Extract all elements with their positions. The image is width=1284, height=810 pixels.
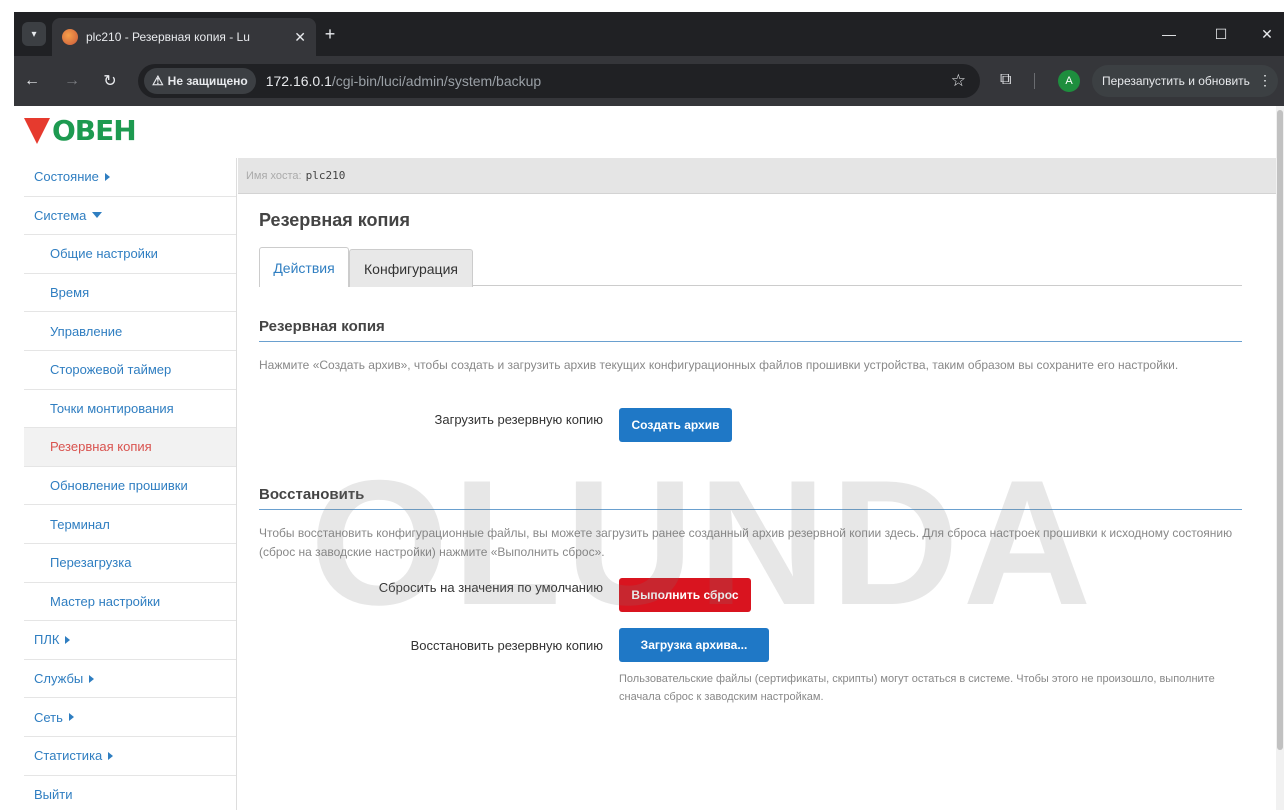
sidebar-item-label: Мастер настройки xyxy=(50,593,161,609)
tab-configuration[interactable]: Конфигурация xyxy=(349,249,473,287)
sidebar-item-network[interactable]: Сеть xyxy=(24,698,236,737)
reload-icon[interactable]: ↻ xyxy=(100,71,120,91)
favicon-icon xyxy=(62,29,78,45)
caret-right-icon xyxy=(89,674,95,683)
sidebar-item-system[interactable]: Система xyxy=(24,197,236,236)
upload-archive-button[interactable]: Загрузка архива... xyxy=(619,628,769,662)
caret-right-icon xyxy=(68,713,74,722)
sidebar-item-time[interactable]: Время xyxy=(24,274,236,313)
logo-mark xyxy=(24,118,50,144)
backup-description: Нажмите «Создать архив», чтобы создать и… xyxy=(259,358,1179,372)
minimize-icon[interactable]: — xyxy=(1154,24,1184,44)
browser-tab-bar: ▾ plc210 - Резервная копия - Lu ✕ + — ☐ … xyxy=(14,12,1284,56)
oven-logo[interactable]: ОВЕН xyxy=(24,114,137,147)
sidebar-item-label: Состояние xyxy=(34,169,99,185)
sidebar-item-label: ПЛК xyxy=(34,632,60,648)
sidebar-item-label: Управление xyxy=(50,323,123,339)
restore-section-heading: Восстановить xyxy=(259,486,1242,510)
sidebar-item-label: Статистика xyxy=(34,748,103,764)
sidebar-item-management[interactable]: Управление xyxy=(24,312,236,351)
menu-dots-icon[interactable]: ⋮ xyxy=(1258,72,1272,89)
sidebar-item-logout[interactable]: Выйти xyxy=(24,776,236,810)
forward-icon[interactable]: → xyxy=(62,71,82,91)
bookmark-star-icon[interactable]: ☆ xyxy=(951,71,966,91)
restore-backup-label: Восстановить резервную копию xyxy=(410,638,603,653)
url-host: 172.16.0.1 xyxy=(265,73,332,89)
toolbar-divider xyxy=(1034,73,1035,89)
new-tab-icon[interactable]: + xyxy=(320,24,340,44)
caret-down-icon xyxy=(92,212,103,219)
page-title: Резервная копия xyxy=(259,210,410,230)
url-text[interactable]: 172.16.0.1/cgi-bin/luci/admin/system/bac… xyxy=(266,73,541,89)
caret-right-icon xyxy=(108,751,114,760)
address-bar[interactable]: ⚠ Не защищено 172.16.0.1/cgi-bin/luci/ad… xyxy=(138,64,980,98)
hostname-bar: Имя хоста: plc210 xyxy=(238,158,1276,194)
profile-avatar[interactable]: A xyxy=(1058,70,1080,92)
sidebar-item-plc[interactable]: ПЛК xyxy=(24,621,236,660)
reset-defaults-label: Сбросить на значения по умолчанию xyxy=(378,580,603,595)
sidebar-item-mount-points[interactable]: Точки монтирования xyxy=(24,390,236,429)
restore-description: Чтобы восстановить конфигурационные файл… xyxy=(259,526,1233,559)
security-label: Не защищено xyxy=(167,74,248,88)
close-window-icon[interactable]: ✕ xyxy=(1252,24,1282,44)
caret-right-icon xyxy=(65,635,71,644)
sidebar-item-label: Точки монтирования xyxy=(50,400,174,416)
perform-reset-button[interactable]: Выполнить сброс xyxy=(619,578,751,612)
sidebar-item-statistics[interactable]: Статистика xyxy=(24,737,236,776)
browser-toolbar: ← → ↻ ⚠ Не защищено 172.16.0.1/cgi-bin/l… xyxy=(14,56,1284,106)
sidebar-item-label: Сеть xyxy=(34,709,63,725)
backup-section-heading: Резервная копия xyxy=(259,318,1242,342)
create-archive-button[interactable]: Создать архив xyxy=(619,408,732,442)
sidebar-item-setup-wizard[interactable]: Мастер настройки xyxy=(24,583,236,622)
back-icon[interactable]: ← xyxy=(22,71,42,91)
sidebar-item-services[interactable]: Службы xyxy=(24,660,236,699)
sidebar-item-label: Службы xyxy=(34,671,84,687)
security-chip[interactable]: ⚠ Не защищено xyxy=(144,68,256,94)
sidebar-item-watchdog[interactable]: Сторожевой таймер xyxy=(24,351,236,390)
warning-icon: ⚠ xyxy=(152,73,164,88)
tab-actions[interactable]: Действия xyxy=(259,247,349,287)
download-backup-label: Загрузить резервную копию xyxy=(434,412,603,427)
sidebar-item-label: Терминал xyxy=(50,516,110,532)
sidebar-item-label: Время xyxy=(50,285,90,301)
sidebar-nav: Состояние Система Общие настройки Время … xyxy=(24,158,237,810)
close-tab-icon[interactable]: ✕ xyxy=(294,29,306,46)
sidebar-item-label: Выйти xyxy=(34,786,73,802)
scrollbar-thumb[interactable] xyxy=(1277,110,1283,750)
sidebar-item-reboot[interactable]: Перезагрузка xyxy=(24,544,236,583)
sidebar-item-label: Резервная копия xyxy=(50,439,152,455)
page-scrollbar[interactable] xyxy=(1276,106,1284,810)
extensions-icon[interactable]: ⧉ xyxy=(1000,71,1011,89)
hostname-label: Имя хоста: xyxy=(246,169,302,182)
maximize-icon[interactable]: ☐ xyxy=(1206,24,1236,44)
sidebar-item-label: Общие настройки xyxy=(50,246,158,262)
sidebar-item-terminal[interactable]: Терминал xyxy=(24,505,236,544)
sidebar-item-label: Сторожевой таймер xyxy=(50,362,172,378)
sidebar-item-general-settings[interactable]: Общие настройки xyxy=(24,235,236,274)
hostname-value: plc210 xyxy=(305,169,346,182)
restart-label: Перезапустить и обновить xyxy=(1102,74,1250,88)
sidebar-item-label: Система xyxy=(34,207,87,223)
logo-text: ОВЕН xyxy=(52,114,137,147)
page-content: ОВЕН Состояние Система Общие настройки В… xyxy=(14,106,1284,810)
sidebar-item-label: Обновление прошивки xyxy=(50,478,188,494)
restore-help-text: Пользовательские файлы (сертификаты, скр… xyxy=(619,673,1215,703)
tab-title: plc210 - Резервная копия - Lu xyxy=(86,30,250,44)
window-frame xyxy=(0,0,1284,12)
url-path: /cgi-bin/luci/admin/system/backup xyxy=(331,73,542,89)
sidebar-item-status[interactable]: Состояние xyxy=(24,158,236,197)
page-tabs: Действия Конфигурация xyxy=(259,247,1242,287)
sidebar-item-label: Перезагрузка xyxy=(50,555,132,571)
tab-search-icon[interactable]: ▾ xyxy=(22,22,46,46)
sidebar-item-backup[interactable]: Резервная копия xyxy=(24,428,236,467)
sidebar-item-firmware-update[interactable]: Обновление прошивки xyxy=(24,467,236,506)
browser-tab[interactable]: plc210 - Резервная копия - Lu ✕ xyxy=(52,18,316,56)
logo-bar: ОВЕН xyxy=(14,106,1284,156)
restart-update-button[interactable]: Перезапустить и обновить ⋮ xyxy=(1092,65,1278,97)
caret-right-icon xyxy=(104,172,110,181)
